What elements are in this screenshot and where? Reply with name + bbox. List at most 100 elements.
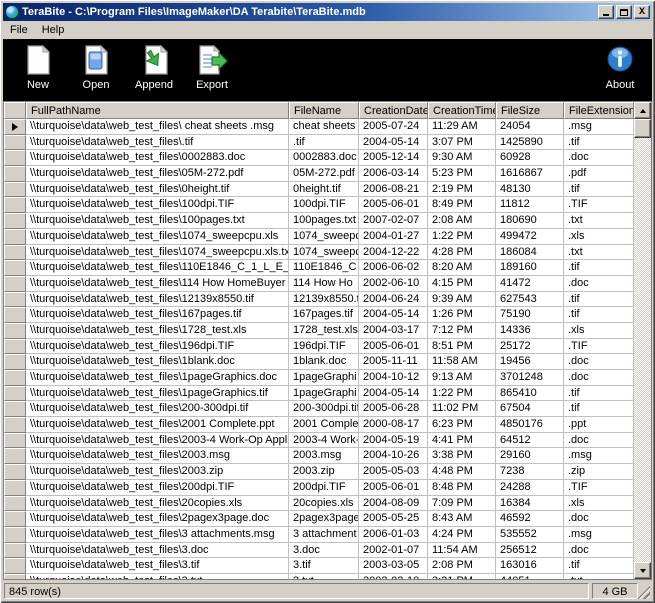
cell-filesize[interactable]: 29160	[496, 448, 564, 464]
cell-filesize[interactable]: 19456	[496, 354, 564, 370]
export-button[interactable]: Export	[183, 43, 241, 99]
cell-filename[interactable]: 167pages.tif	[289, 307, 359, 323]
append-button[interactable]: Append	[125, 43, 183, 99]
cell-filesize[interactable]: 75190	[496, 307, 564, 323]
cell-fileextension[interactable]: .tif	[564, 292, 634, 308]
cell-creationtime[interactable]: 7:12 PM	[428, 323, 496, 339]
row-selector[interactable]	[4, 543, 26, 559]
cell-filesize[interactable]: 48130	[496, 182, 564, 198]
row-selector[interactable]	[4, 386, 26, 402]
cell-fileextension[interactable]: .doc	[564, 543, 634, 559]
cell-fileextension[interactable]: .tif	[564, 182, 634, 198]
cell-creationdate[interactable]: 2002-06-10	[359, 276, 428, 292]
open-button[interactable]: Open	[67, 43, 125, 99]
row-selector[interactable]	[4, 260, 26, 276]
cell-filesize[interactable]: 24054	[496, 119, 564, 135]
cell-filesize[interactable]: 499472	[496, 229, 564, 245]
row-selector[interactable]	[4, 213, 26, 229]
column-header-creationtime[interactable]: CreationTime	[428, 102, 496, 119]
cell-fullpathname[interactable]: \\turquoise\data\web_test_files\.tif	[26, 135, 289, 151]
cell-creationdate[interactable]: 2000-08-17	[359, 417, 428, 433]
cell-filesize[interactable]: 64512	[496, 433, 564, 449]
cell-fullpathname[interactable]: \\turquoise\data\web_test_files\0002883.…	[26, 150, 289, 166]
cell-filesize[interactable]: 1616867	[496, 166, 564, 182]
cell-creationtime[interactable]: 9:30 AM	[428, 150, 496, 166]
cell-creationdate[interactable]: 2004-05-14	[359, 307, 428, 323]
cell-creationdate[interactable]: 2005-11-11	[359, 354, 428, 370]
cell-filesize[interactable]: 41472	[496, 276, 564, 292]
row-selector[interactable]	[4, 496, 26, 512]
cell-fileextension[interactable]: .TIF	[564, 339, 634, 355]
cell-creationtime[interactable]: 4:41 PM	[428, 433, 496, 449]
cell-creationtime[interactable]: 4:24 PM	[428, 527, 496, 543]
cell-creationdate[interactable]: 2004-10-26	[359, 448, 428, 464]
cell-filesize[interactable]: 627543	[496, 292, 564, 308]
cell-fileextension[interactable]: .xls	[564, 229, 634, 245]
cell-creationdate[interactable]: 2005-05-03	[359, 464, 428, 480]
cell-filename[interactable]: 3.tif	[289, 558, 359, 574]
cell-fullpathname[interactable]: \\turquoise\data\web_test_files\200dpi.T…	[26, 480, 289, 496]
cell-filesize[interactable]: 189160	[496, 260, 564, 276]
cell-fileextension[interactable]: .TIF	[564, 197, 634, 213]
cell-creationtime[interactable]: 4:48 PM	[428, 464, 496, 480]
row-selector[interactable]	[4, 480, 26, 496]
cell-creationdate[interactable]: 2004-05-14	[359, 135, 428, 151]
cell-filename[interactable]: 100dpi.TIF	[289, 197, 359, 213]
cell-filename[interactable]: 110E1846_C	[289, 260, 359, 276]
cell-creationdate[interactable]: 2004-01-27	[359, 229, 428, 245]
cell-fileextension[interactable]: .txt	[564, 213, 634, 229]
cell-fileextension[interactable]: .msg	[564, 119, 634, 135]
cell-creationdate[interactable]: 2002-01-07	[359, 543, 428, 559]
cell-creationdate[interactable]: 2006-03-14	[359, 166, 428, 182]
cell-creationtime[interactable]: 7:09 PM	[428, 496, 496, 512]
cell-filesize[interactable]: 14336	[496, 323, 564, 339]
menu-file[interactable]: File	[3, 23, 35, 37]
cell-creationdate[interactable]: 2006-01-03	[359, 527, 428, 543]
cell-creationtime[interactable]: 11:29 AM	[428, 119, 496, 135]
row-selector[interactable]	[4, 119, 26, 135]
row-selector[interactable]	[4, 401, 26, 417]
cell-fullpathname[interactable]: \\turquoise\data\web_test_files\110E1846…	[26, 260, 289, 276]
cell-creationtime[interactable]: 8:43 AM	[428, 511, 496, 527]
cell-fullpathname[interactable]: \\turquoise\data\web_test_files\3.tif	[26, 558, 289, 574]
row-selector[interactable]	[4, 135, 26, 151]
cell-creationtime[interactable]: 5:23 PM	[428, 166, 496, 182]
cell-fileextension[interactable]: .doc	[564, 370, 634, 386]
cell-fileextension[interactable]: .doc	[564, 276, 634, 292]
cell-filesize[interactable]: 865410	[496, 386, 564, 402]
cell-fullpathname[interactable]: \\turquoise\data\web_test_files\2001 Com…	[26, 417, 289, 433]
cell-fullpathname[interactable]: \\turquoise\data\web_test_files\3 attach…	[26, 527, 289, 543]
cell-fullpathname[interactable]: \\turquoise\data\web_test_files\2003-4 W…	[26, 433, 289, 449]
row-selector[interactable]	[4, 150, 26, 166]
cell-filename[interactable]: 1pageGraphi	[289, 370, 359, 386]
cell-creationdate[interactable]: 2006-08-21	[359, 182, 428, 198]
cell-filesize[interactable]: 67504	[496, 401, 564, 417]
cell-fullpathname[interactable]: \\turquoise\data\web_test_files\12139x85…	[26, 292, 289, 308]
cell-filesize[interactable]: 163016	[496, 558, 564, 574]
row-selector[interactable]	[4, 354, 26, 370]
cell-creationdate[interactable]: 2006-06-02	[359, 260, 428, 276]
cell-creationtime[interactable]: 6:23 PM	[428, 417, 496, 433]
row-selector[interactable]	[4, 370, 26, 386]
cell-fullpathname[interactable]: \\turquoise\data\web_test_files\1074_swe…	[26, 229, 289, 245]
cell-filename[interactable]: .tif	[289, 135, 359, 151]
cell-creationdate[interactable]: 2004-05-14	[359, 386, 428, 402]
cell-filename[interactable]: 2003.msg	[289, 448, 359, 464]
cell-filename[interactable]: 200-300dpi.tif	[289, 401, 359, 417]
cell-filename[interactable]: 12139x8550.t	[289, 292, 359, 308]
cell-creationdate[interactable]: 2003-03-10	[359, 574, 428, 579]
cell-fileextension[interactable]: .msg	[564, 527, 634, 543]
row-selector[interactable]	[4, 323, 26, 339]
cell-filename[interactable]: 3.doc	[289, 543, 359, 559]
cell-filesize[interactable]: 186084	[496, 245, 564, 261]
scrollbar-thumb[interactable]	[634, 119, 651, 138]
cell-creationdate[interactable]: 2005-06-01	[359, 480, 428, 496]
cell-filename[interactable]: 0002883.doc	[289, 150, 359, 166]
column-header-fullpathname[interactable]: FullPathName	[26, 102, 289, 119]
cell-fullpathname[interactable]: \\turquoise\data\web_test_files\20copies…	[26, 496, 289, 512]
row-selector[interactable]	[4, 182, 26, 198]
cell-creationtime[interactable]: 1:22 PM	[428, 386, 496, 402]
cell-filename[interactable]: 1074_sweepc	[289, 245, 359, 261]
cell-filename[interactable]: 100pages.txt	[289, 213, 359, 229]
row-selector[interactable]	[4, 166, 26, 182]
